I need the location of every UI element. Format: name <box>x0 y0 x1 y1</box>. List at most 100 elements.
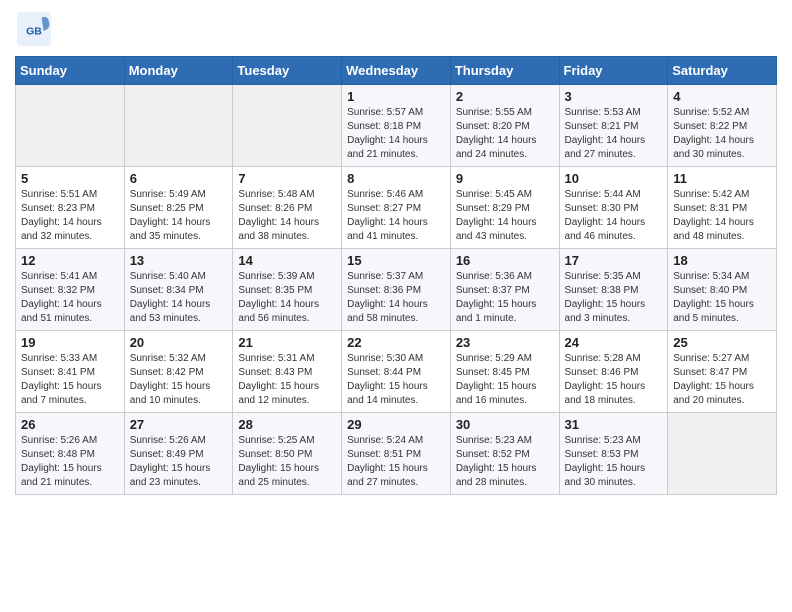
calendar-cell: 21Sunrise: 5:31 AM Sunset: 8:43 PM Dayli… <box>233 331 342 413</box>
day-info: Sunrise: 5:42 AM Sunset: 8:31 PM Dayligh… <box>673 188 771 244</box>
day-info: Sunrise: 5:57 AM Sunset: 8:18 PM Dayligh… <box>347 106 445 162</box>
calendar-cell: 30Sunrise: 5:23 AM Sunset: 8:52 PM Dayli… <box>450 413 559 495</box>
calendar-cell: 22 Sunrise: 5:30 AM Sunset: 8:44 PM Dayli… <box>342 331 451 413</box>
calendar-cell: 20 Sunrise: 5:32 AM Sunset: 8:42 PM Dayli… <box>124 331 233 413</box>
col-header-thursday: Thursday <box>450 57 559 85</box>
day-info: Sunrise: 5:40 AM Sunset: 8:34 PM Dayligh… <box>130 270 228 326</box>
day-number: 28 <box>238 417 336 432</box>
day-number: 27 <box>130 417 228 432</box>
day-number: 12 <box>21 253 119 268</box>
calendar-cell: 1 Sunrise: 5:57 AM Sunset: 8:18 PM Daylig… <box>342 85 451 167</box>
calendar-cell: 2 Sunrise: 5:55 AM Sunset: 8:20 PM Daylig… <box>450 85 559 167</box>
calendar-cell: 14Sunrise: 5:39 AM Sunset: 8:35 PM Dayli… <box>233 249 342 331</box>
calendar-cell: 8 Sunrise: 5:46 AM Sunset: 8:27 PM Daylig… <box>342 167 451 249</box>
day-info: Sunrise: 5:48 AM Sunset: 8:26 PM Dayligh… <box>238 188 336 244</box>
calendar-cell: 25 Sunrise: 5:27 AM Sunset: 8:47 PM Dayli… <box>668 331 777 413</box>
day-number: 1 <box>347 89 445 104</box>
day-info: Sunrise: 5:32 AM Sunset: 8:42 PM Dayligh… <box>130 352 228 408</box>
day-number: 5 <box>21 171 119 186</box>
day-info: Sunrise: 5:34 AM Sunset: 8:40 PM Dayligh… <box>673 270 771 326</box>
day-number: 22 <box>347 335 445 350</box>
calendar-week-row: 12 Sunrise: 5:41 AM Sunset: 8:32 PM Dayli… <box>16 249 777 331</box>
day-info: Sunrise: 5:28 AM Sunset: 8:46 PM Dayligh… <box>565 352 663 408</box>
day-info: Sunrise: 5:44 AM Sunset: 8:30 PM Dayligh… <box>565 188 663 244</box>
day-info: Sunrise: 5:51 AM Sunset: 8:23 PM Dayligh… <box>21 188 119 244</box>
calendar-cell <box>233 85 342 167</box>
day-number: 2 <box>456 89 554 104</box>
calendar-cell <box>668 413 777 495</box>
day-info: Sunrise: 5:23 AM Sunset: 8:53 PM Dayligh… <box>565 434 663 490</box>
logo-icon: GB <box>15 10 53 48</box>
day-info: Sunrise: 5:45 AM Sunset: 8:29 PM Dayligh… <box>456 188 554 244</box>
day-info: Sunrise: 5:24 AM Sunset: 8:51 PM Dayligh… <box>347 434 445 490</box>
calendar-cell: 7 Sunrise: 5:48 AM Sunset: 8:26 PM Daylig… <box>233 167 342 249</box>
calendar-cell: 28 Sunrise: 5:25 AM Sunset: 8:50 PM Dayli… <box>233 413 342 495</box>
day-number: 16 <box>456 253 554 268</box>
day-info: Sunrise: 5:26 AM Sunset: 8:48 PM Dayligh… <box>21 434 119 490</box>
calendar-cell: 16 Sunrise: 5:36 AM Sunset: 8:37 PM Dayli… <box>450 249 559 331</box>
calendar-cell: 6Sunrise: 5:49 AM Sunset: 8:25 PM Daylig… <box>124 167 233 249</box>
day-number: 23 <box>456 335 554 350</box>
day-info: Sunrise: 5:37 AM Sunset: 8:36 PM Dayligh… <box>347 270 445 326</box>
calendar-cell: 31Sunrise: 5:23 AM Sunset: 8:53 PM Dayli… <box>559 413 668 495</box>
col-header-monday: Monday <box>124 57 233 85</box>
calendar-cell: 24Sunrise: 5:28 AM Sunset: 8:46 PM Dayli… <box>559 331 668 413</box>
day-number: 17 <box>565 253 663 268</box>
day-info: Sunrise: 5:30 AM Sunset: 8:44 PM Dayligh… <box>347 352 445 408</box>
day-number: 15 <box>347 253 445 268</box>
day-info: Sunrise: 5:53 AM Sunset: 8:21 PM Dayligh… <box>565 106 663 162</box>
day-number: 20 <box>130 335 228 350</box>
calendar-cell: 29 Sunrise: 5:24 AM Sunset: 8:51 PM Dayli… <box>342 413 451 495</box>
col-header-tuesday: Tuesday <box>233 57 342 85</box>
day-number: 14 <box>238 253 336 268</box>
day-info: Sunrise: 5:55 AM Sunset: 8:20 PM Dayligh… <box>456 106 554 162</box>
col-header-saturday: Saturday <box>668 57 777 85</box>
col-header-friday: Friday <box>559 57 668 85</box>
calendar-cell: 17Sunrise: 5:35 AM Sunset: 8:38 PM Dayli… <box>559 249 668 331</box>
day-info: Sunrise: 5:26 AM Sunset: 8:49 PM Dayligh… <box>130 434 228 490</box>
calendar-cell: 15 Sunrise: 5:37 AM Sunset: 8:36 PM Dayli… <box>342 249 451 331</box>
day-number: 26 <box>21 417 119 432</box>
day-number: 9 <box>456 171 554 186</box>
logo: GB <box>15 10 57 48</box>
col-header-sunday: Sunday <box>16 57 125 85</box>
calendar-week-row: 26 Sunrise: 5:26 AM Sunset: 8:48 PM Dayli… <box>16 413 777 495</box>
day-number: 10 <box>565 171 663 186</box>
day-number: 7 <box>238 171 336 186</box>
calendar-cell: 13Sunrise: 5:40 AM Sunset: 8:34 PM Dayli… <box>124 249 233 331</box>
calendar-cell: 23 Sunrise: 5:29 AM Sunset: 8:45 PM Dayli… <box>450 331 559 413</box>
day-info: Sunrise: 5:46 AM Sunset: 8:27 PM Dayligh… <box>347 188 445 244</box>
calendar-cell <box>16 85 125 167</box>
day-number: 25 <box>673 335 771 350</box>
day-info: Sunrise: 5:27 AM Sunset: 8:47 PM Dayligh… <box>673 352 771 408</box>
day-info: Sunrise: 5:25 AM Sunset: 8:50 PM Dayligh… <box>238 434 336 490</box>
day-number: 18 <box>673 253 771 268</box>
calendar-cell: 11Sunrise: 5:42 AM Sunset: 8:31 PM Dayli… <box>668 167 777 249</box>
calendar-cell: 10 Sunrise: 5:44 AM Sunset: 8:30 PM Dayli… <box>559 167 668 249</box>
day-number: 4 <box>673 89 771 104</box>
calendar-cell: 26 Sunrise: 5:26 AM Sunset: 8:48 PM Dayli… <box>16 413 125 495</box>
day-number: 29 <box>347 417 445 432</box>
day-info: Sunrise: 5:41 AM Sunset: 8:32 PM Dayligh… <box>21 270 119 326</box>
calendar-cell: 27 Sunrise: 5:26 AM Sunset: 8:49 PM Dayli… <box>124 413 233 495</box>
day-info: Sunrise: 5:29 AM Sunset: 8:45 PM Dayligh… <box>456 352 554 408</box>
day-info: Sunrise: 5:52 AM Sunset: 8:22 PM Dayligh… <box>673 106 771 162</box>
page-header: GB <box>15 10 777 48</box>
calendar-cell: 4 Sunrise: 5:52 AM Sunset: 8:22 PM Daylig… <box>668 85 777 167</box>
calendar-cell: 18 Sunrise: 5:34 AM Sunset: 8:40 PM Dayli… <box>668 249 777 331</box>
day-number: 8 <box>347 171 445 186</box>
calendar-header-row: SundayMondayTuesdayWednesdayThursdayFrid… <box>16 57 777 85</box>
calendar-week-row: 19Sunrise: 5:33 AM Sunset: 8:41 PM Dayli… <box>16 331 777 413</box>
day-info: Sunrise: 5:36 AM Sunset: 8:37 PM Dayligh… <box>456 270 554 326</box>
day-number: 3 <box>565 89 663 104</box>
calendar-cell: 19Sunrise: 5:33 AM Sunset: 8:41 PM Dayli… <box>16 331 125 413</box>
calendar-table: SundayMondayTuesdayWednesdayThursdayFrid… <box>15 56 777 495</box>
day-info: Sunrise: 5:23 AM Sunset: 8:52 PM Dayligh… <box>456 434 554 490</box>
day-info: Sunrise: 5:49 AM Sunset: 8:25 PM Dayligh… <box>130 188 228 244</box>
calendar-week-row: 5 Sunrise: 5:51 AM Sunset: 8:23 PM Daylig… <box>16 167 777 249</box>
day-number: 21 <box>238 335 336 350</box>
calendar-cell: 12 Sunrise: 5:41 AM Sunset: 8:32 PM Dayli… <box>16 249 125 331</box>
calendar-cell: 5 Sunrise: 5:51 AM Sunset: 8:23 PM Daylig… <box>16 167 125 249</box>
day-number: 19 <box>21 335 119 350</box>
calendar-cell: 3 Sunrise: 5:53 AM Sunset: 8:21 PM Daylig… <box>559 85 668 167</box>
